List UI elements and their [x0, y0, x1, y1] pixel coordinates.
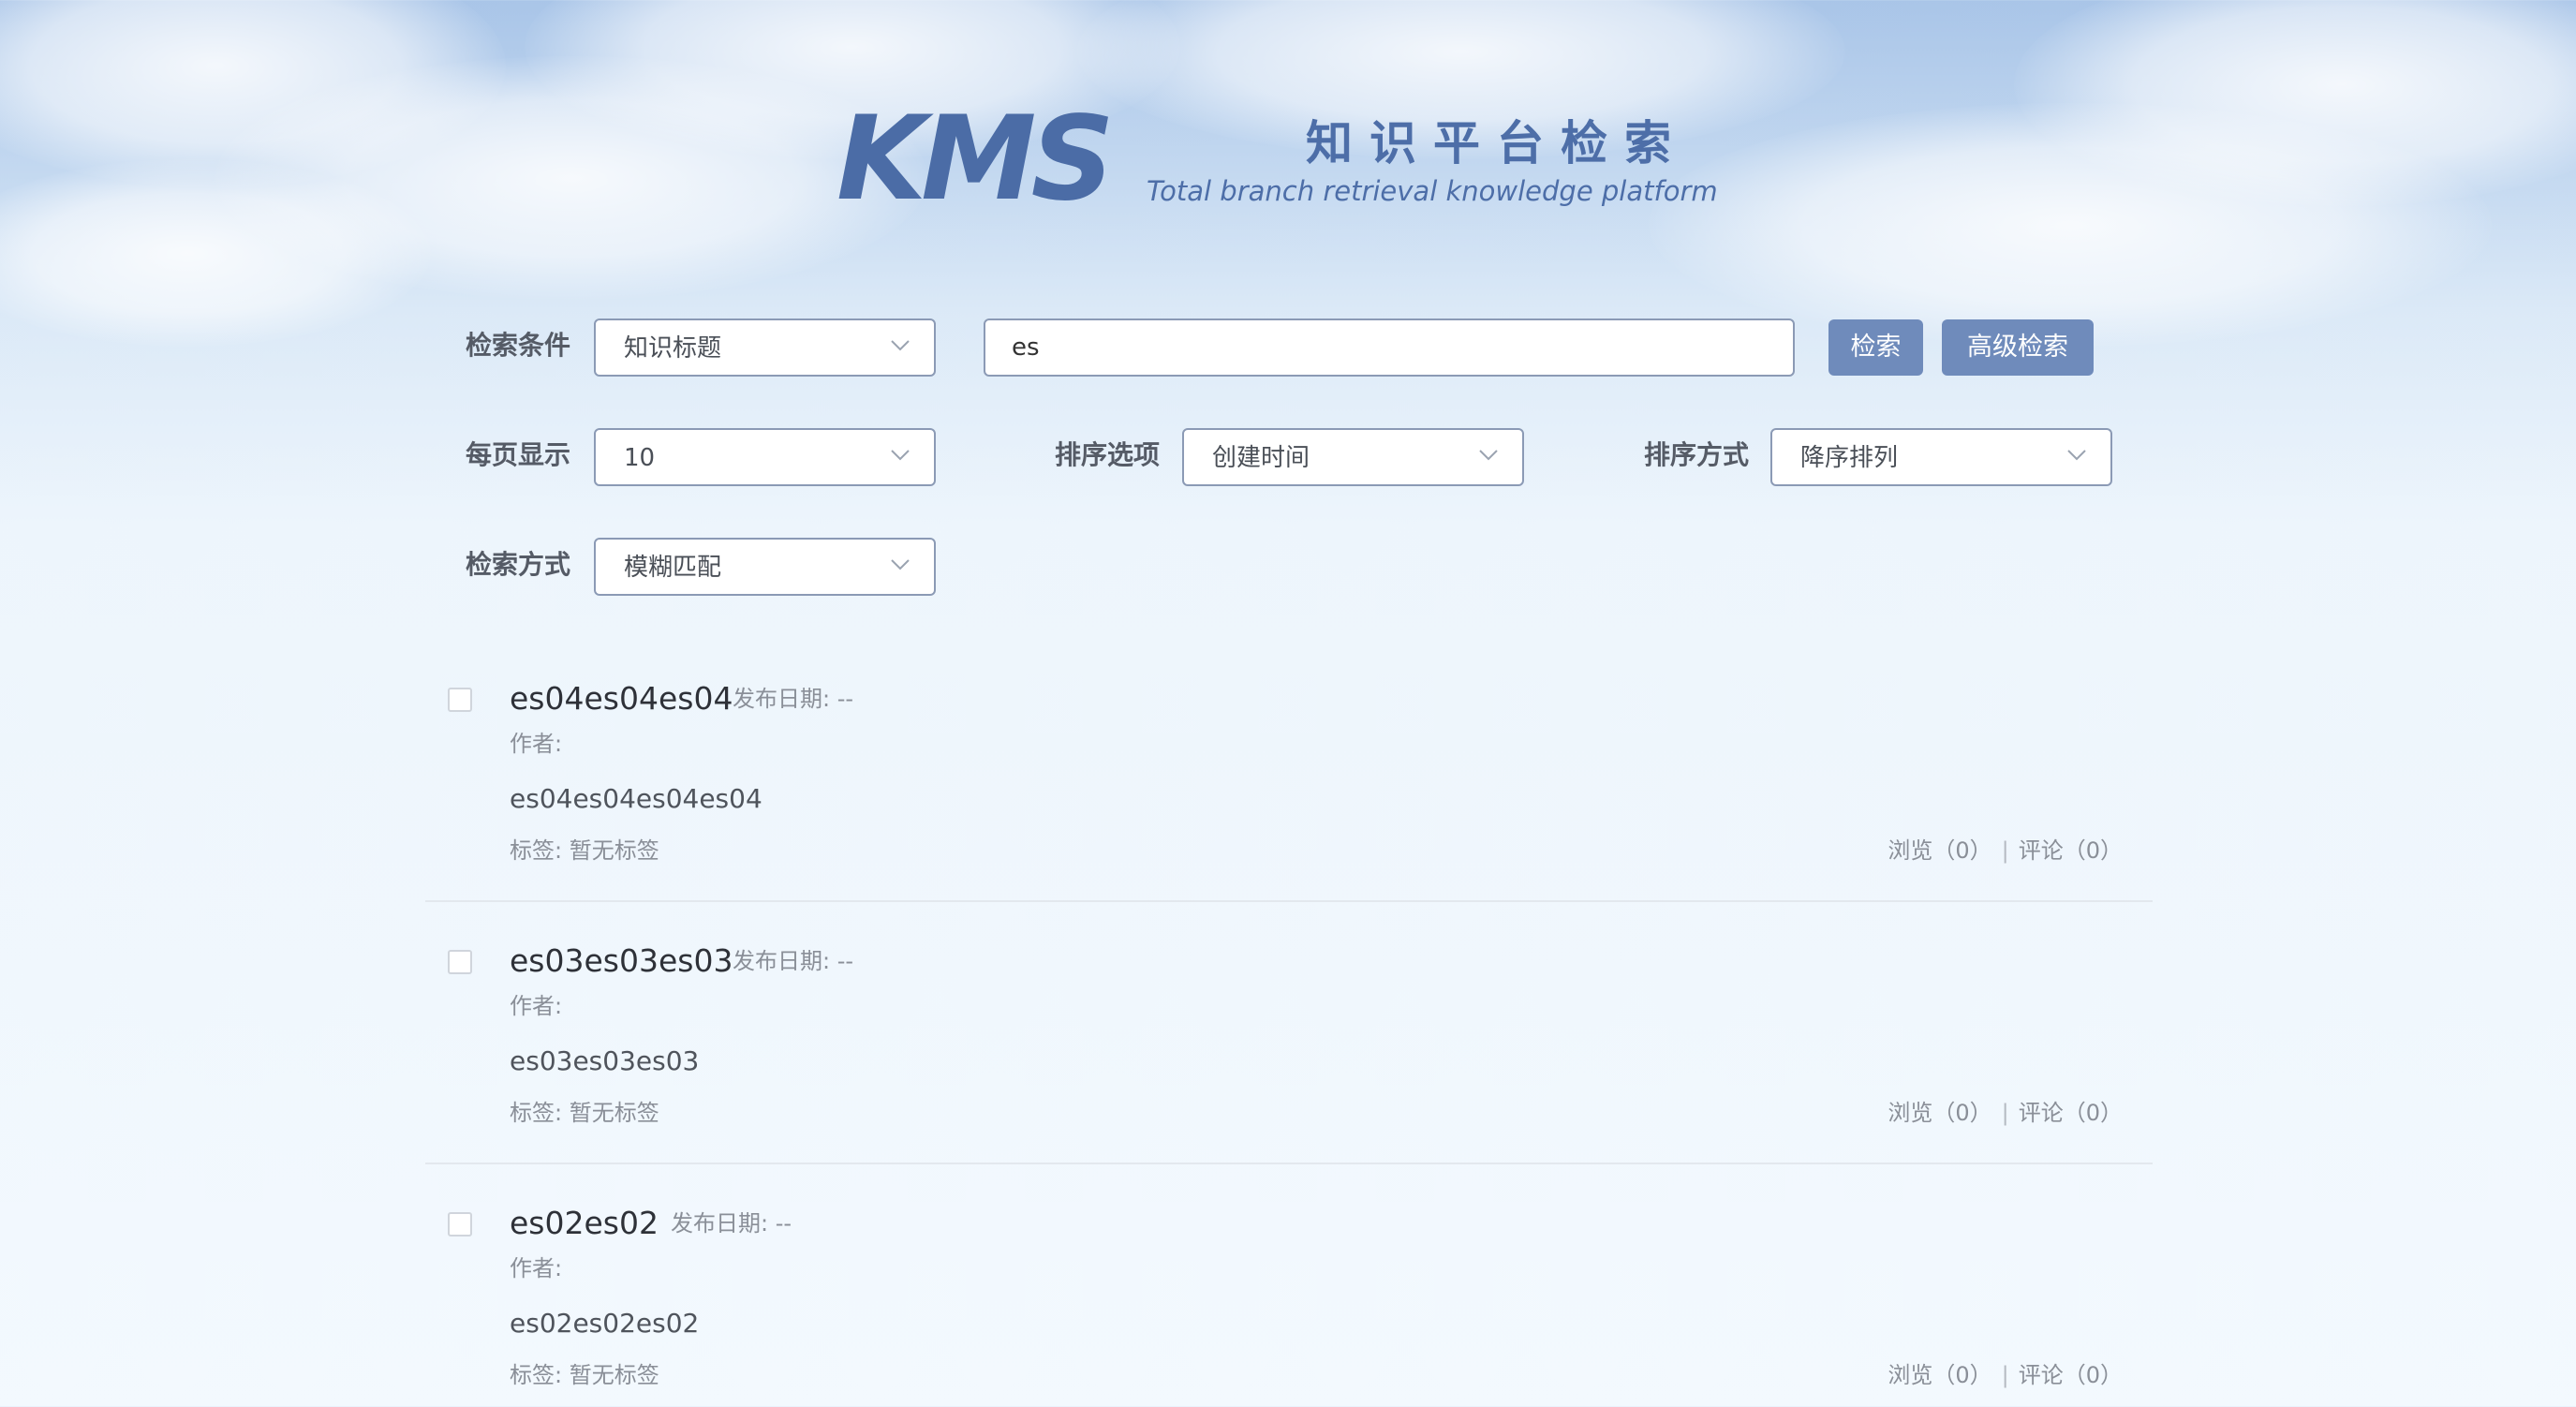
- comments-link[interactable]: 评论（0）: [2019, 837, 2123, 864]
- page-size-label: 每页显示: [466, 439, 571, 470]
- chevron-down-icon: [891, 450, 910, 461]
- result-title[interactable]: es04es04es04: [510, 683, 733, 714]
- chevron-down-icon: [1479, 450, 1498, 461]
- search-condition-select[interactable]: 知识标题: [594, 318, 936, 377]
- search-button[interactable]: 检索: [1828, 319, 1923, 376]
- page-size-select[interactable]: 10: [594, 428, 936, 486]
- result-summary: es02es02es02: [510, 1308, 700, 1339]
- search-condition-value: 知识标题: [624, 334, 722, 363]
- views-link[interactable]: 浏览（0）: [1888, 1362, 1991, 1388]
- cloud-decoration: [215, 56, 927, 300]
- advanced-search-button[interactable]: 高级检索: [1942, 319, 2094, 376]
- chevron-down-icon: [2067, 450, 2086, 461]
- result-divider: [425, 900, 2153, 902]
- result-stats: 浏览（0） | 评论（0）: [1888, 839, 2123, 862]
- result-author: 作者:: [510, 993, 563, 1019]
- result-author: 作者:: [510, 1255, 563, 1281]
- views-link[interactable]: 浏览（0）: [1888, 837, 1991, 864]
- result-date: 发布日期: --: [671, 1210, 792, 1237]
- result-checkbox[interactable]: [448, 688, 472, 712]
- result-title[interactable]: es02es02: [510, 1207, 659, 1238]
- result-summary: es04es04es04es04: [510, 783, 762, 814]
- stats-separator: |: [2001, 1362, 2009, 1388]
- sort-order-label: 排序方式: [1644, 439, 1750, 470]
- match-mode-select[interactable]: 模糊匹配: [594, 538, 936, 596]
- result-tags: 标签: 暂无标签: [510, 1362, 659, 1388]
- result-divider: [425, 1163, 2153, 1164]
- stats-separator: |: [2001, 837, 2009, 864]
- result-stats: 浏览（0） | 评论（0）: [1888, 1364, 2123, 1386]
- cloud-decoration: [0, 0, 506, 187]
- cloud-decoration: [0, 159, 431, 347]
- stats-separator: |: [2001, 1100, 2009, 1126]
- result-tags: 标签: 暂无标签: [510, 1100, 659, 1126]
- chevron-down-icon: [891, 340, 910, 351]
- comments-link[interactable]: 评论（0）: [2019, 1100, 2123, 1126]
- search-condition-label: 检索条件: [466, 330, 571, 361]
- match-mode-label: 检索方式: [466, 549, 571, 580]
- comments-link[interactable]: 评论（0）: [2019, 1362, 2123, 1388]
- result-author: 作者:: [510, 731, 563, 757]
- sort-order-select[interactable]: 降序排列: [1770, 428, 2112, 486]
- sort-field-select[interactable]: 创建时间: [1182, 428, 1524, 486]
- result-summary: es03es03es03: [510, 1045, 700, 1076]
- result-stats: 浏览（0） | 评论（0）: [1888, 1102, 2123, 1124]
- result-date: 发布日期: --: [733, 686, 854, 712]
- match-mode-value: 模糊匹配: [624, 554, 722, 582]
- sort-field-value: 创建时间: [1212, 444, 1310, 472]
- cloud-decoration: [1649, 103, 2492, 347]
- kms-logo: KMS: [836, 92, 1115, 227]
- sort-order-value: 降序排列: [1800, 444, 1899, 472]
- page-subtitle: Total branch retrieval knowledge platfor…: [1147, 175, 1718, 207]
- result-checkbox[interactable]: [448, 1212, 472, 1237]
- sort-field-label: 排序选项: [1055, 439, 1161, 470]
- page-title: 知识平台检索: [1306, 116, 1688, 170]
- result-title[interactable]: es03es03es03: [510, 945, 733, 976]
- cloud-decoration: [2014, 0, 2576, 206]
- search-input[interactable]: [984, 318, 1795, 377]
- page-size-value: 10: [624, 444, 656, 472]
- chevron-down-icon: [891, 559, 910, 570]
- result-checkbox[interactable]: [448, 950, 472, 974]
- result-tags: 标签: 暂无标签: [510, 837, 659, 864]
- views-link[interactable]: 浏览（0）: [1888, 1100, 1991, 1126]
- result-date: 发布日期: --: [733, 948, 854, 974]
